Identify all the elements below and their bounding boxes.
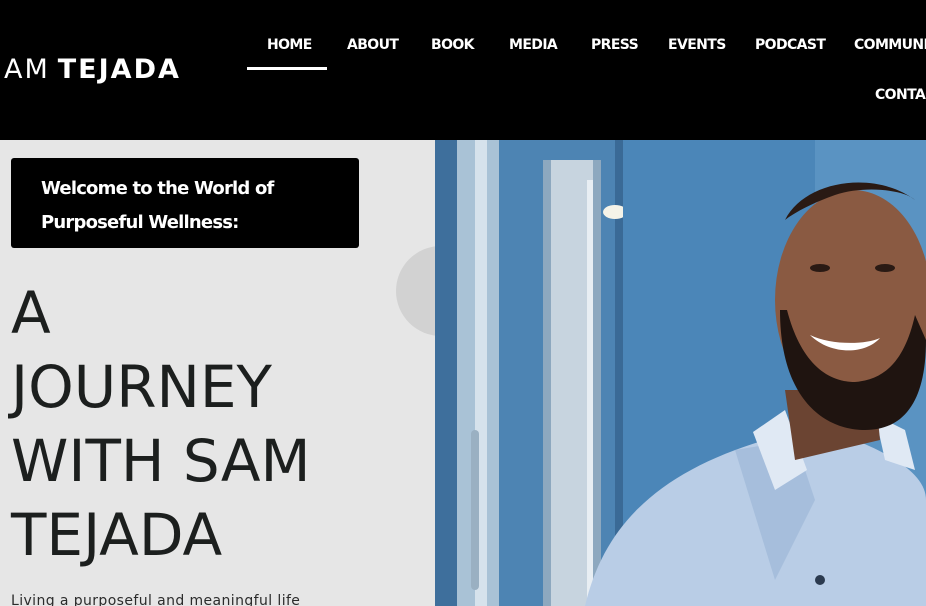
welcome-banner: Welcome to the World of Purposeful Welln…: [11, 158, 359, 248]
logo-first-name: AM: [4, 54, 50, 85]
logo-last-name: TEJADA: [57, 54, 181, 85]
headline-line-3: WITH SAM: [11, 427, 311, 495]
nav-home[interactable]: HOME: [267, 36, 312, 54]
hero-text-panel: Welcome to the World of Purposeful Welln…: [0, 140, 435, 606]
headline-line-4: TEJADA: [11, 501, 223, 569]
portrait-illustration: [435, 140, 926, 606]
site-logo[interactable]: AM TEJADA: [4, 54, 181, 86]
nav-community[interactable]: COMMUNIT: [854, 36, 926, 54]
nav-events[interactable]: EVENTS: [668, 36, 726, 54]
site-header: AM TEJADA HOME ABOUT BOOK MEDIA PRESS EVE…: [0, 0, 926, 140]
headline-line-2: JOURNEY: [11, 353, 272, 421]
hero-headline: A JOURNEY WITH SAM TEJADA: [11, 276, 431, 572]
nav-contact[interactable]: CONTAC: [875, 86, 926, 104]
nav-podcast[interactable]: PODCAST: [755, 36, 826, 54]
nav-about[interactable]: ABOUT: [347, 36, 399, 54]
welcome-line-2: Purposeful Wellness:: [41, 212, 239, 233]
welcome-line-1: Welcome to the World of: [41, 178, 274, 199]
nav-active-indicator: [247, 67, 327, 70]
nav-media[interactable]: MEDIA: [509, 36, 558, 54]
portrait-photo: [435, 140, 926, 606]
headline-line-1: A: [11, 279, 51, 347]
nav-book[interactable]: BOOK: [431, 36, 475, 54]
hero-intro-text: Living a purposeful and meaningful life: [11, 593, 301, 606]
nav-press[interactable]: PRESS: [591, 36, 639, 54]
